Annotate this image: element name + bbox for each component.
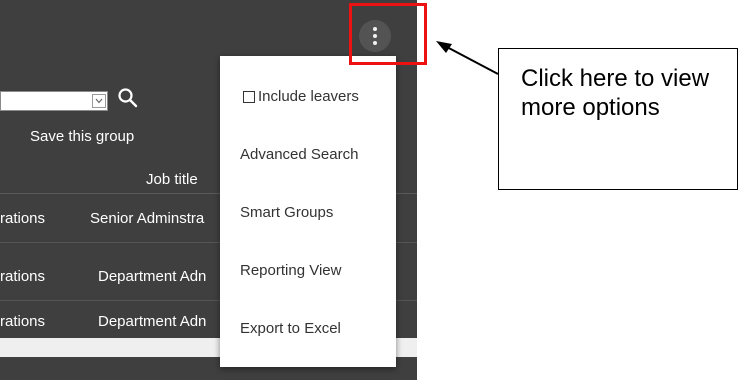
menu-item-include-leavers[interactable]: Include leavers [243,88,359,105]
include-leavers-checkbox[interactable] [243,90,255,103]
cell-department: rations [0,313,46,330]
more-options-menu: Include leavers Advanced Search Smart Gr… [220,56,396,367]
cell-job-title: Senior Adminstra [90,210,205,227]
cell-job-title: Department Adn [98,268,207,285]
menu-item-advanced-search[interactable]: Advanced Search [240,146,358,163]
cell-department: rations [0,268,46,285]
menu-item-smart-groups[interactable]: Smart Groups [240,204,333,221]
group-select[interactable] [0,91,108,111]
menu-item-reporting-view[interactable]: Reporting View [240,262,341,279]
screenshot-stage: Save this group Job title rations Senior… [0,0,738,380]
column-header-job-title[interactable]: Job title [146,171,198,188]
chevron-down-icon[interactable] [92,94,106,108]
save-group-button[interactable]: Save this group [30,128,134,145]
menu-item-label: Include leavers [258,88,359,105]
callout-text: Click here to view more options [521,65,710,121]
cell-department: rations [0,210,46,227]
callout-box: Click here to view more options [498,48,738,190]
search-icon[interactable] [117,87,139,109]
cell-job-title: Department Adn [98,313,207,330]
menu-item-export-to-excel[interactable]: Export to Excel [240,320,341,337]
highlight-box [349,3,427,65]
